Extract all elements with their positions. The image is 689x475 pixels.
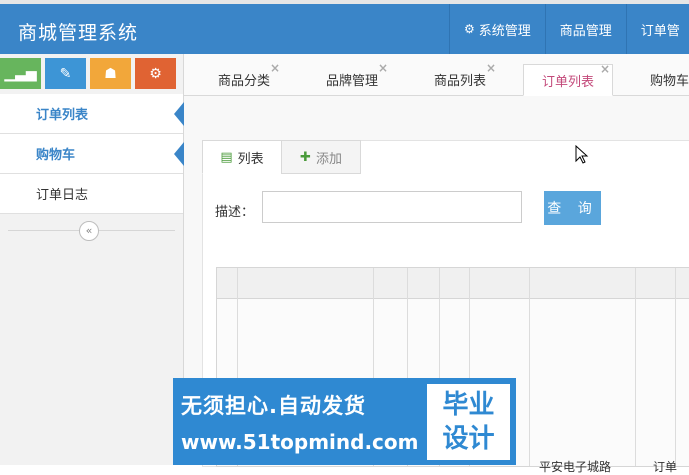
close-icon[interactable]: × <box>486 61 496 75</box>
table-column-divider <box>675 268 676 466</box>
watermark-badge-line: 设计 <box>442 424 495 454</box>
watermark-badge: 毕业 设计 <box>427 384 510 460</box>
quick-button-users[interactable]: ☗ <box>90 58 131 89</box>
users-icon: ☗ <box>104 65 117 82</box>
bar-chart-icon: ▁▃▅ <box>4 65 37 82</box>
subtab-list[interactable]: ▤ 列表 <box>202 140 282 174</box>
tab-bar: 商品分类 × 品牌管理 × 商品列表 × 订单列表 × 购物车 <box>184 54 689 96</box>
topnav-item-orders[interactable]: 订单管 <box>625 4 689 54</box>
table-cell: 订单 <box>653 460 678 474</box>
subtab-label: 添加 <box>315 151 342 167</box>
tab-label: 品牌管理 <box>326 73 379 89</box>
sidebar-item-cart[interactable]: 购物车 <box>0 134 184 174</box>
sidebar-item-label: 购物车 <box>36 148 76 163</box>
watermark-slogan: 无须担心.自动发货 <box>181 394 366 418</box>
topnav-item-system[interactable]: ⚙ 系统管理 <box>449 4 545 54</box>
quick-button-settings[interactable]: ⚙ <box>135 58 176 89</box>
active-arrow-icon <box>174 142 184 166</box>
topnav-label: 订单管 <box>640 23 680 39</box>
close-icon[interactable]: × <box>378 61 388 75</box>
mouse-cursor-icon <box>575 145 589 164</box>
collapse-icon[interactable]: « <box>79 221 99 241</box>
topnav-label: 商品管理 <box>559 23 612 39</box>
active-arrow-icon <box>174 102 184 126</box>
watermark-badge-line: 毕业 <box>442 390 495 420</box>
tab-order-list[interactable]: 订单列表 × <box>523 62 614 96</box>
table-column-divider <box>529 268 530 466</box>
quick-button-stats[interactable]: ▁▃▅ <box>0 58 41 89</box>
tab-label: 订单列表 <box>542 74 595 90</box>
subtab-add[interactable]: ✚ 添加 <box>281 140 361 174</box>
table-header <box>217 268 689 299</box>
tab-product-list[interactable]: 商品列表 × <box>434 61 496 94</box>
sidebar: ▁▃▅ ✎ ☗ ⚙ 订单列表 购物车 订单日志 « <box>0 54 184 465</box>
list-icon: ▤ <box>220 149 233 165</box>
table-cell: 平安电子城路 <box>539 460 612 474</box>
gears-icon: ⚙ <box>464 22 475 36</box>
plus-icon: ✚ <box>300 149 311 165</box>
search-button[interactable]: 查 询 <box>544 191 601 225</box>
tab-cart[interactable]: 购物车 <box>650 64 689 94</box>
subtab-label: 列表 <box>237 151 264 167</box>
close-icon[interactable]: × <box>270 61 280 75</box>
topnav-item-products[interactable]: 商品管理 <box>544 4 626 54</box>
pencil-icon: ✎ <box>59 65 72 82</box>
sidebar-item-label: 订单列表 <box>36 108 89 123</box>
watermark-banner: 无须担心.自动发货 www.51topmind.com 毕业 设计 <box>173 378 516 465</box>
watermark-url: www.51topmind.com <box>181 430 419 454</box>
quick-button-edit[interactable]: ✎ <box>45 58 86 89</box>
sidebar-item-order-log[interactable]: 订单日志 <box>0 174 183 214</box>
tab-label: 商品列表 <box>434 73 487 89</box>
search-input[interactable] <box>262 191 522 223</box>
sidebar-item-order-list[interactable]: 订单列表 <box>0 94 184 134</box>
app-title: 商城管理系统 <box>18 22 139 44</box>
tab-label: 购物车 <box>650 73 689 89</box>
app-header: 商城管理系统 ⚙ 系统管理 商品管理 订单管 <box>0 4 689 54</box>
close-icon[interactable]: × <box>600 62 610 76</box>
top-nav: ⚙ 系统管理 商品管理 订单管 <box>449 4 689 54</box>
sidebar-item-label: 订单日志 <box>36 188 89 203</box>
cogs-icon: ⚙ <box>149 65 162 82</box>
tab-brand[interactable]: 品牌管理 × <box>326 61 388 94</box>
tab-label: 商品分类 <box>218 73 271 89</box>
sidebar-collapse: « <box>0 218 183 244</box>
tab-category[interactable]: 商品分类 × <box>218 61 280 94</box>
table-column-divider <box>635 268 636 466</box>
topnav-label: 系统管理 <box>478 23 531 39</box>
search-label: 描述： <box>215 205 255 220</box>
